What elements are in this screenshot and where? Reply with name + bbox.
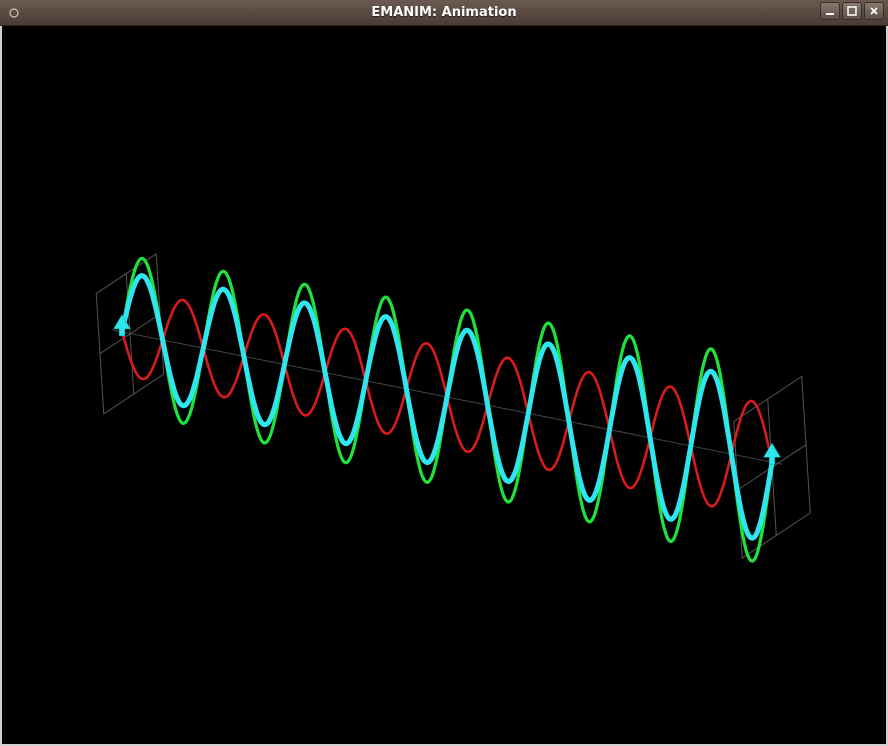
window-controls [820, 2, 884, 20]
window-title: EMANIM: Animation [0, 5, 888, 20]
titlebar[interactable]: EMANIM: Animation [0, 0, 888, 26]
minimize-button[interactable] [820, 2, 840, 20]
app-window: EMANIM: Animation [0, 0, 888, 746]
scene-svg [2, 26, 886, 744]
animation-canvas[interactable] [0, 26, 888, 746]
wave-sum [122, 276, 772, 539]
maximize-button[interactable] [842, 2, 862, 20]
app-menu-icon[interactable] [0, 8, 24, 18]
close-button[interactable] [864, 2, 884, 20]
